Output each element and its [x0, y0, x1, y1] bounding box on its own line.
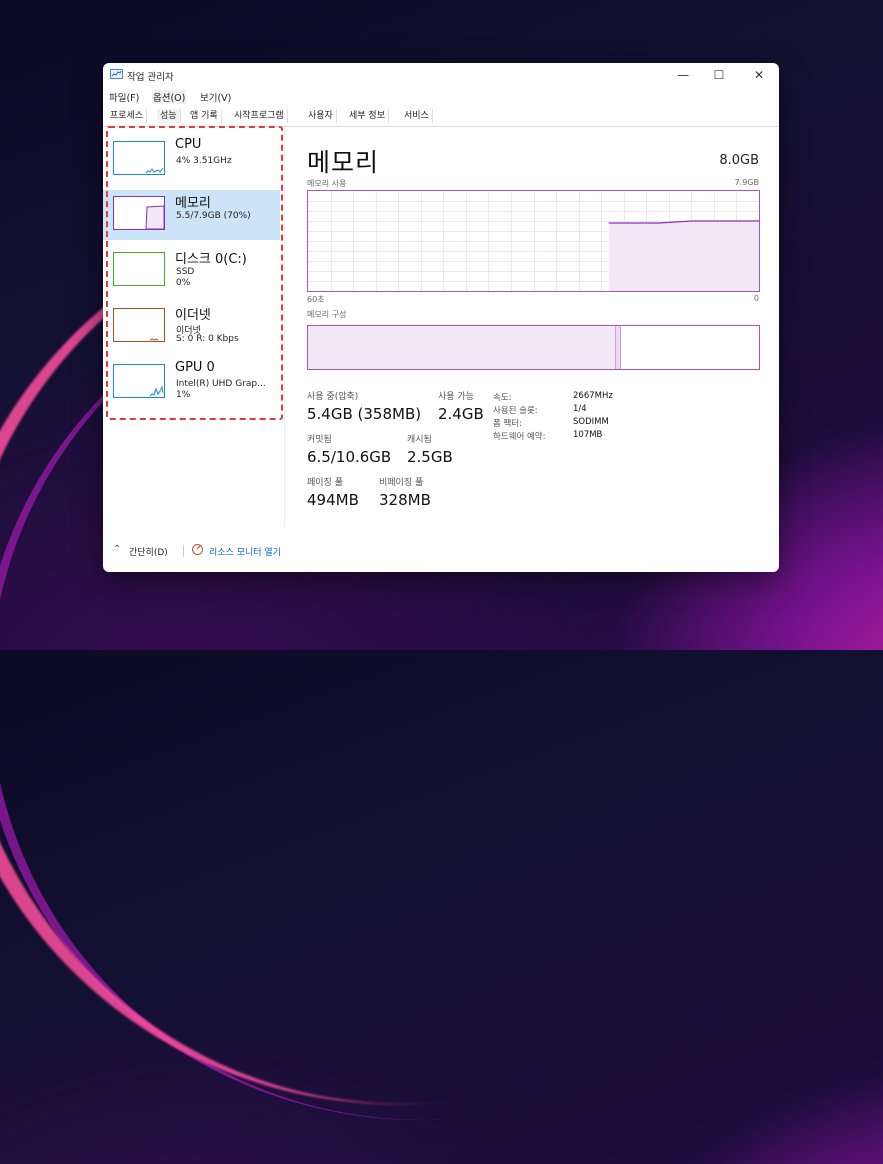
sidebar-item-ethernet-title: 이더넷	[175, 308, 211, 323]
menu-file[interactable]: 파일(F)	[109, 90, 139, 104]
paged-pool-label: 페이징 풀	[307, 478, 343, 488]
form-factor-value: SODIMM	[573, 417, 609, 427]
speed-value: 2667MHz	[573, 391, 613, 401]
sidebar-item-gpu-usage: 1%	[176, 390, 191, 400]
sidebar-item-memory-usage: 5.5/7.9GB (70%)	[176, 211, 251, 221]
sidebar-item-memory[interactable]: 메모리 5.5/7.9GB (70%)	[103, 190, 280, 240]
memory-composition-bar[interactable]	[307, 325, 760, 370]
committed-label: 커밋됨	[307, 435, 332, 445]
memory-usage-graph-svg	[308, 191, 759, 291]
in-use-value: 5.4GB (358MB)	[307, 405, 422, 423]
slots-used-value: 1/4	[573, 404, 587, 414]
fewer-details-button[interactable]: 간단히(D)	[129, 545, 168, 558]
sidebar-item-disk-title: 디스크 0(C:)	[175, 252, 247, 267]
slots-used-label: 사용된 슬롯:	[493, 406, 538, 416]
open-resource-monitor-link[interactable]: 리소스 모니터 열기	[209, 545, 281, 558]
sidebar-item-cpu-title: CPU	[175, 137, 202, 152]
memory-usage-max: 7.9GB	[734, 178, 759, 187]
speed-label: 속도:	[493, 393, 512, 403]
gpu-thumbnail-graph	[113, 364, 165, 398]
close-button[interactable]: ✕	[741, 66, 777, 84]
page-title: 메모리	[307, 148, 380, 177]
sidebar-item-gpu-title: GPU 0	[175, 360, 215, 375]
graph-time-span-label: 60초	[307, 295, 325, 304]
memory-detail-pane: 메모리 8.0GB 메모리 사용 7.9GB 60초 0 메모리 구성 사용 중…	[307, 127, 767, 527]
tab-app-history[interactable]: 앱 기록	[187, 109, 222, 123]
hardware-reserved-label: 하드웨어 예약:	[493, 432, 546, 442]
memory-total-capacity: 8.0GB	[719, 153, 759, 168]
in-use-label: 사용 중(압축)	[307, 392, 359, 402]
available-label: 사용 가능	[438, 392, 474, 402]
tab-details[interactable]: 세부 정보	[346, 109, 389, 123]
footer-bar: ⌃ 간단히(D) 리소스 모니터 열기	[103, 538, 779, 564]
sidebar-item-cpu-usage: 4% 3.51GHz	[176, 156, 232, 166]
performance-sidebar: CPU 4% 3.51GHz 메모리 5.5/7.9GB (70%) 디스크 0…	[103, 127, 284, 527]
nonpaged-pool-label: 비페이징 풀	[379, 478, 424, 488]
sidebar-item-memory-title: 메모리	[175, 196, 211, 211]
memory-usage-graph	[307, 190, 760, 292]
composition-modified-segment	[614, 326, 622, 369]
memory-thumbnail-graph	[113, 196, 165, 230]
sidebar-divider	[284, 127, 285, 527]
tab-users[interactable]: 사용자	[305, 109, 337, 123]
maximize-button[interactable]: ☐	[701, 66, 737, 84]
window-title: 작업 관리자	[127, 72, 174, 83]
composition-in-use-segment	[308, 326, 615, 369]
menu-view[interactable]: 보기(V)	[200, 90, 231, 104]
disk-thumbnail-graph	[113, 252, 165, 286]
hardware-reserved-value: 107MB	[573, 430, 603, 440]
cpu-thumbnail-graph	[113, 141, 165, 175]
menu-options[interactable]: 옵션(O)	[152, 90, 187, 104]
menu-bar: 파일(F) 옵션(O) 보기(V)	[103, 87, 779, 105]
available-value: 2.4GB	[438, 405, 484, 423]
sidebar-item-disk[interactable]: 디스크 0(C:) SSD 0%	[103, 246, 280, 296]
memory-composition-label: 메모리 구성	[307, 310, 347, 319]
form-factor-label: 폼 팩터:	[493, 419, 523, 429]
sidebar-item-ethernet-throughput: S: 0 R: 0 Kbps	[176, 334, 239, 344]
sidebar-item-cpu[interactable]: CPU 4% 3.51GHz	[103, 135, 280, 185]
tab-startup[interactable]: 시작프로그램	[231, 109, 288, 123]
resource-monitor-icon[interactable]	[192, 544, 203, 555]
task-manager-window: 작업 관리자 — ☐ ✕ 파일(F) 옵션(O) 보기(V) 프로세스 성능 앱…	[103, 63, 779, 572]
graph-time-end-label: 0	[753, 294, 759, 303]
title-bar[interactable]: 작업 관리자 — ☐ ✕	[103, 63, 779, 87]
tab-processes[interactable]: 프로세스	[107, 109, 148, 123]
memory-usage-label: 메모리 사용	[307, 179, 347, 188]
tab-bar: 프로세스 성능 앱 기록 시작프로그램 사용자 세부 정보 서비스	[103, 107, 779, 127]
sidebar-item-ethernet[interactable]: 이더넷 이더넷 S: 0 R: 0 Kbps	[103, 302, 280, 352]
nonpaged-pool-value: 328MB	[379, 491, 431, 509]
sidebar-item-gpu-name: Intel(R) UHD Grap...	[176, 379, 266, 389]
minimize-button[interactable]: —	[665, 66, 701, 84]
tab-services[interactable]: 서비스	[401, 109, 433, 123]
ethernet-thumbnail-graph	[113, 308, 165, 342]
cached-value: 2.5GB	[407, 448, 453, 466]
tab-performance[interactable]: 성능	[157, 109, 181, 123]
cached-label: 캐시됨	[407, 435, 432, 445]
memory-usage-area	[608, 221, 759, 291]
sidebar-item-disk-type: SSD	[176, 267, 195, 277]
sidebar-item-disk-usage: 0%	[176, 278, 191, 288]
committed-value: 6.5/10.6GB	[307, 448, 392, 466]
paged-pool-value: 494MB	[307, 491, 359, 509]
task-manager-app-icon	[110, 69, 123, 79]
sidebar-item-gpu[interactable]: GPU 0 Intel(R) UHD Grap... 1%	[103, 358, 280, 408]
chevron-up-icon[interactable]: ⌃	[113, 544, 121, 555]
footer-separator	[183, 545, 184, 557]
